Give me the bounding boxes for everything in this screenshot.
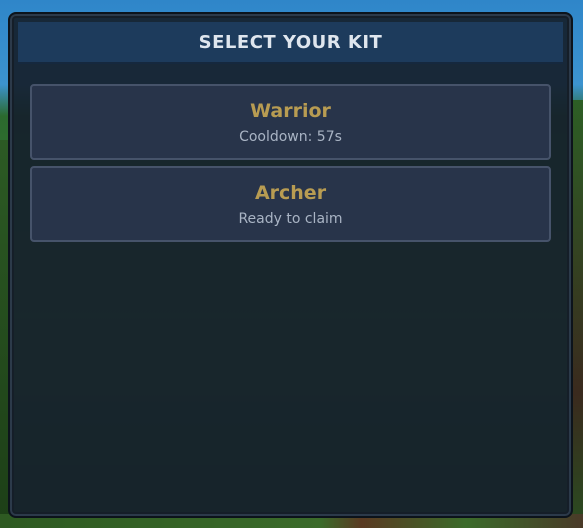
panel-header: SELECT YOUR KIT: [18, 22, 563, 64]
kit-name: Warrior: [250, 99, 331, 122]
kit-list: Warrior Cooldown: 57s Archer Ready to cl…: [30, 84, 551, 248]
kit-selection-panel: SELECT YOUR KIT Warrior Cooldown: 57s Ar…: [8, 12, 573, 518]
kit-card-archer[interactable]: Archer Ready to claim: [30, 166, 551, 242]
kit-name: Archer: [254, 181, 327, 204]
kit-status: Ready to claim: [238, 210, 343, 227]
kit-card-warrior[interactable]: Warrior Cooldown: 57s: [30, 84, 551, 160]
panel-title: SELECT YOUR KIT: [198, 31, 383, 53]
kit-status: Cooldown: 57s: [239, 128, 342, 145]
